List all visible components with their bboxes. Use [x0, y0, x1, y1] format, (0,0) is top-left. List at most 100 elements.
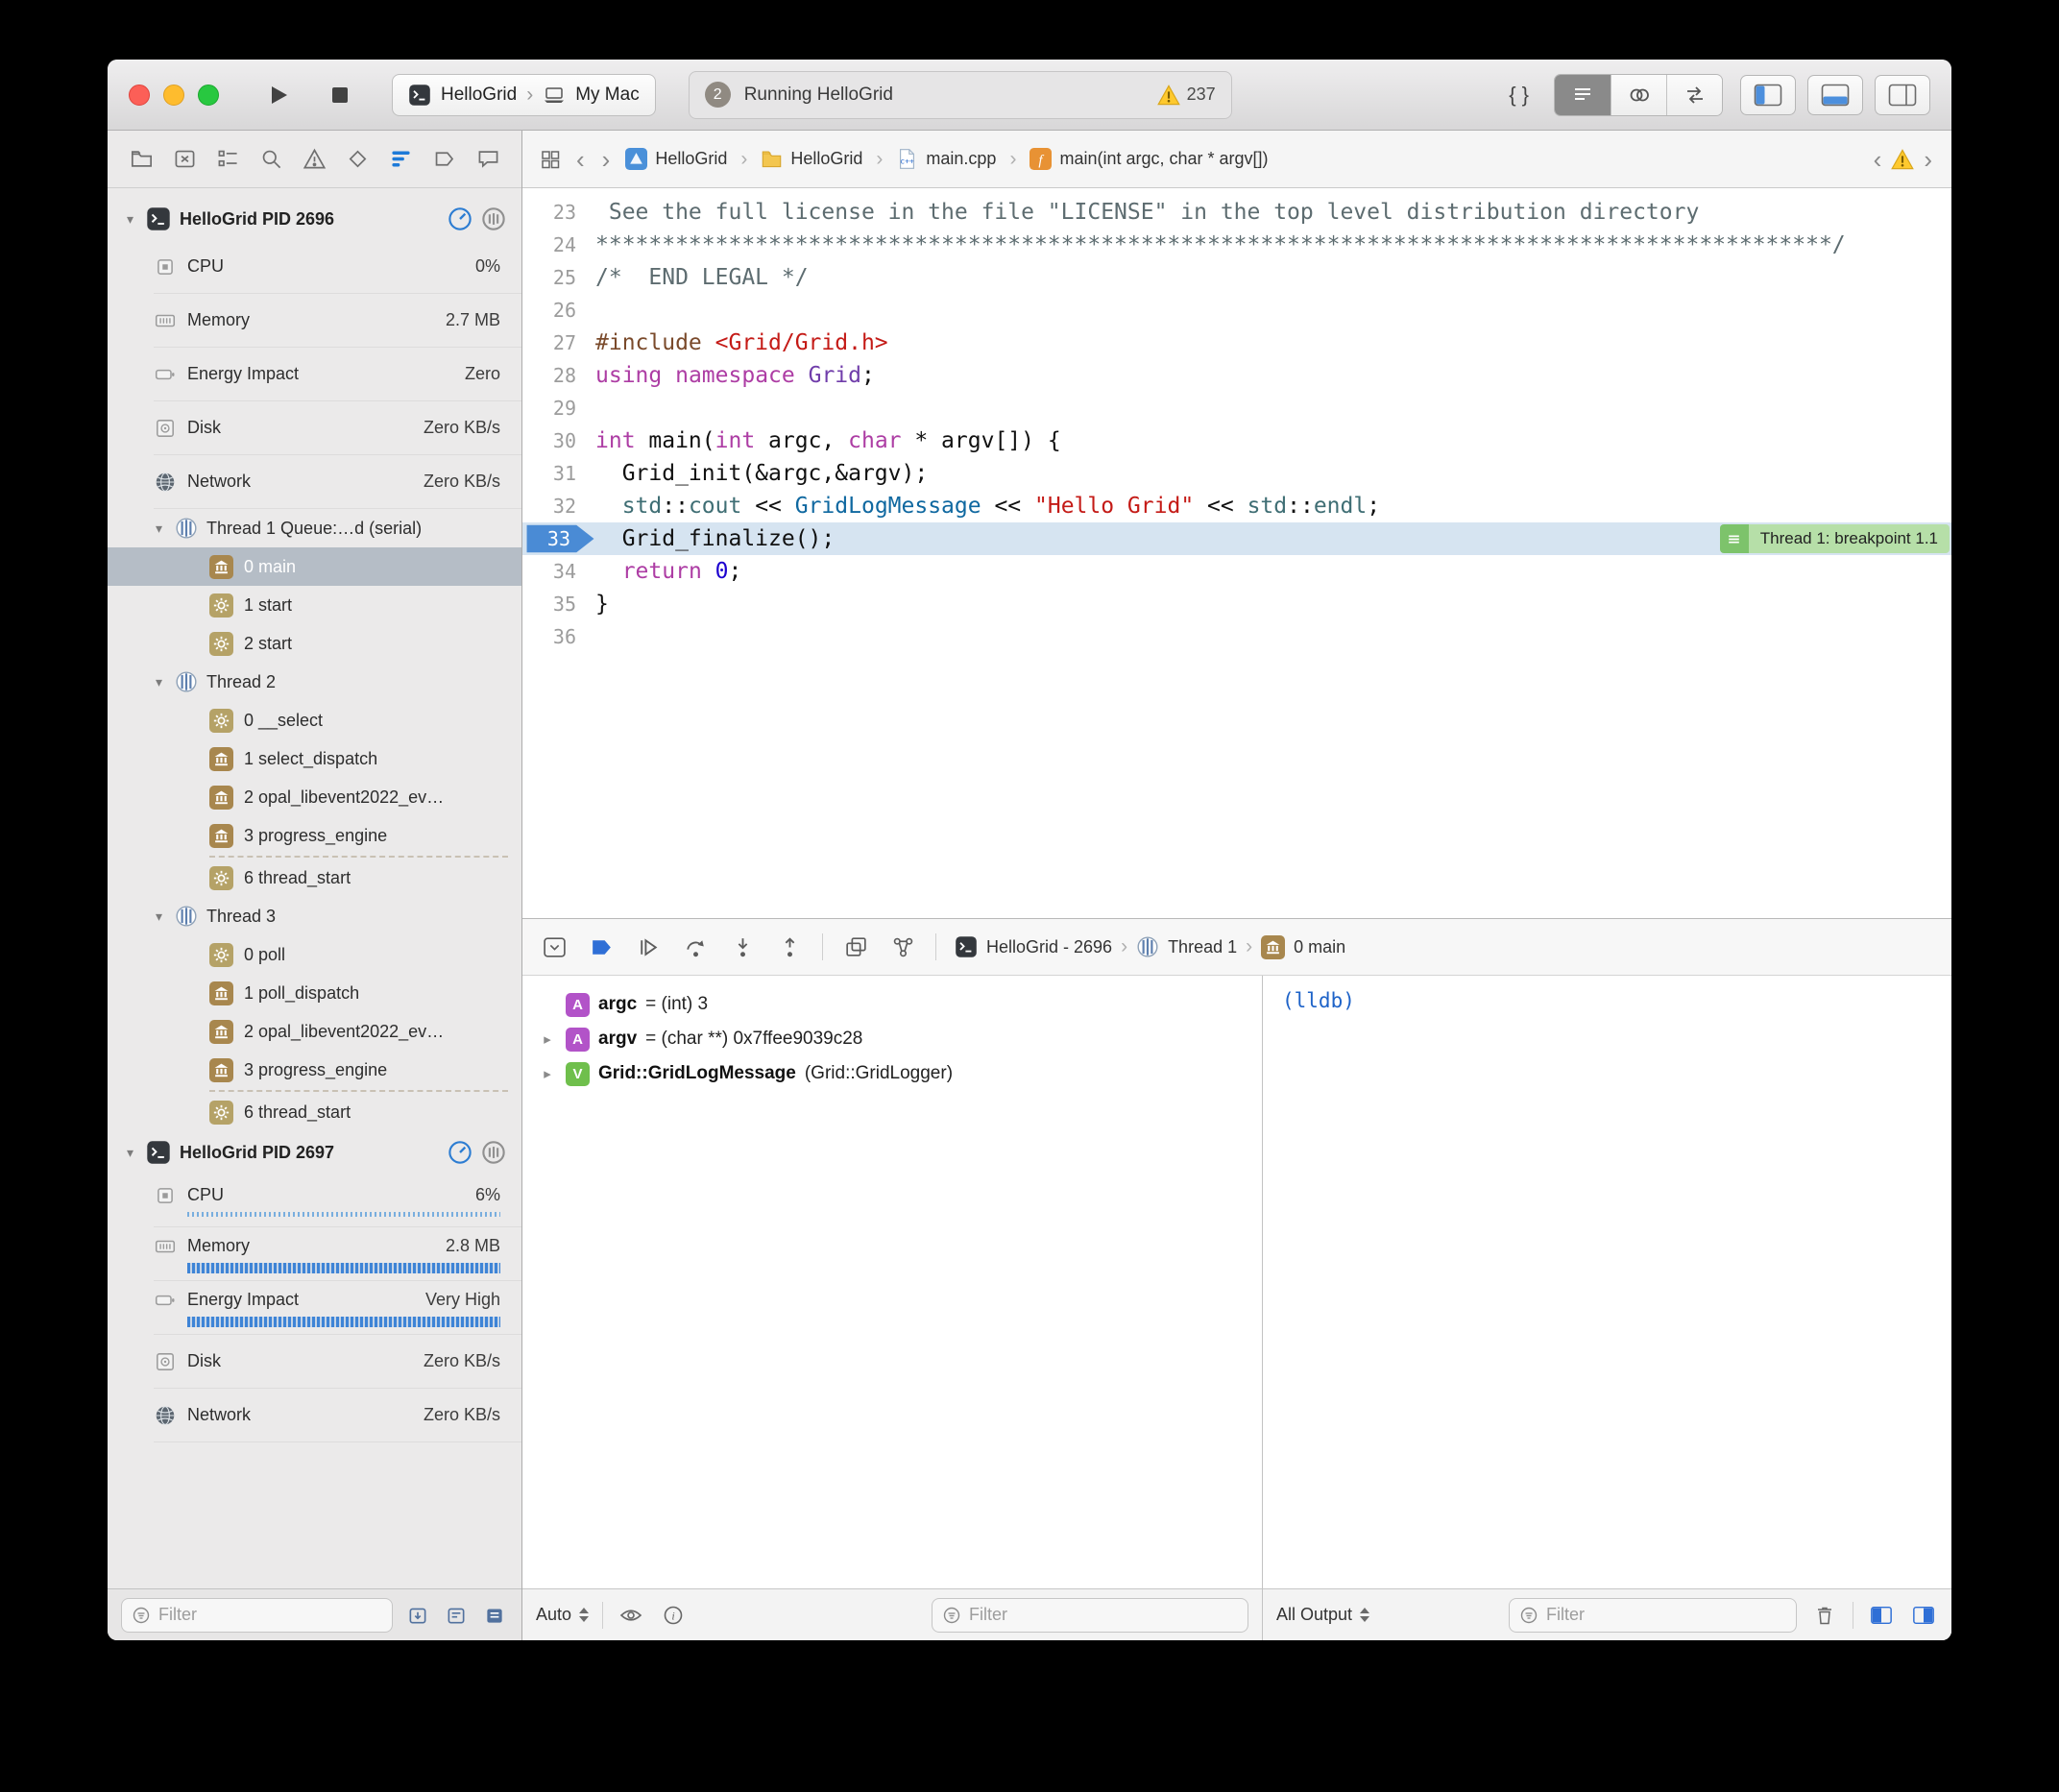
- stack-frame-row[interactable]: 3 progress_engine: [108, 1051, 521, 1089]
- breadcrumb-symbol[interactable]: f main(int argc, char * argv[]): [1030, 148, 1268, 170]
- scheme-selector[interactable]: HelloGrid › My Mac: [392, 74, 656, 116]
- gauge-row[interactable]: DiskZero KB/s: [154, 1335, 521, 1389]
- variable-row[interactable]: ▸VGrid::GridLogMessage(Grid::GridLogger): [538, 1056, 1262, 1091]
- tab-find-navigator[interactable]: [256, 143, 285, 176]
- variable-row[interactable]: ▸Aargv= (char **) 0x7ffee9039c28: [538, 1022, 1262, 1056]
- toggle-console-view-button[interactable]: [1909, 1601, 1938, 1630]
- assistant-editor-button[interactable]: [1611, 75, 1666, 115]
- view-process-by-queue-button[interactable]: [481, 1602, 508, 1629]
- code-line[interactable]: 26: [522, 294, 1951, 327]
- console-filter-field[interactable]: [1509, 1598, 1797, 1633]
- breadcrumb-frame[interactable]: 0 main: [1294, 937, 1345, 957]
- code-line[interactable]: 28using namespace Grid;: [522, 359, 1951, 392]
- stack-frame-row[interactable]: 3 progress_engine: [108, 816, 521, 855]
- code-line[interactable]: 33 Grid_finalize();Thread 1: breakpoint …: [522, 522, 1951, 555]
- line-number[interactable]: 36: [522, 620, 595, 653]
- code-line[interactable]: 27#include <Grid/Grid.h>: [522, 327, 1951, 359]
- tab-issue-navigator[interactable]: [301, 143, 329, 176]
- process-row[interactable]: ▾HelloGrid PID 2697: [108, 1131, 521, 1174]
- line-number[interactable]: 35: [522, 588, 595, 620]
- tab-breakpoint-navigator[interactable]: [430, 143, 459, 176]
- related-items-icon[interactable]: [540, 149, 561, 170]
- gauge-row[interactable]: Memory2.7 MB: [154, 294, 521, 348]
- stack-frame-row[interactable]: 6 thread_start: [108, 859, 521, 897]
- console-output[interactable]: (lldb): [1263, 976, 1951, 1588]
- stack-frame-row[interactable]: 2 opal_libevent2022_ev…: [108, 778, 521, 816]
- code-line[interactable]: 34 return 0;: [522, 555, 1951, 588]
- line-number[interactable]: 25: [522, 261, 595, 294]
- thread-row[interactable]: ▾Thread 1 Queue:…d (serial): [108, 509, 521, 547]
- tab-test-navigator[interactable]: [344, 143, 373, 176]
- disclosure-triangle[interactable]: ▾: [123, 211, 137, 228]
- stack-frame-row[interactable]: 1 poll_dispatch: [108, 974, 521, 1012]
- view-process-by-thread-button[interactable]: [443, 1602, 470, 1629]
- line-number[interactable]: 28: [522, 359, 595, 392]
- toggle-variables-view-button[interactable]: [1867, 1601, 1896, 1630]
- code-review-button[interactable]: { }: [1501, 74, 1537, 116]
- line-number[interactable]: 29: [522, 392, 595, 424]
- tab-debug-navigator[interactable]: [387, 143, 416, 176]
- standard-editor-button[interactable]: [1555, 75, 1611, 115]
- gauge-row[interactable]: DiskZero KB/s: [154, 401, 521, 455]
- gauge-row[interactable]: Memory2.8 MB: [154, 1227, 521, 1281]
- disclosure-triangle[interactable]: ▾: [152, 521, 166, 537]
- stop-button[interactable]: [317, 74, 363, 116]
- line-number[interactable]: 30: [522, 424, 595, 457]
- hide-debug-area-button[interactable]: [540, 932, 569, 961]
- disclosure-triangle[interactable]: ▾: [152, 674, 166, 690]
- stack-frame-row[interactable]: 6 thread_start: [108, 1093, 521, 1131]
- toggle-navigator-button[interactable]: [1740, 75, 1796, 115]
- code-line[interactable]: 24**************************************…: [522, 229, 1951, 261]
- minimize-button[interactable]: [163, 85, 184, 106]
- tab-report-navigator[interactable]: [473, 143, 502, 176]
- back-button[interactable]: ‹: [574, 147, 587, 172]
- clear-console-button[interactable]: [1810, 1601, 1839, 1630]
- stack-frame-row[interactable]: 2 opal_libevent2022_ev…: [108, 1012, 521, 1051]
- gauge-row[interactable]: CPU0%: [154, 240, 521, 294]
- stack-frame-row[interactable]: 1 select_dispatch: [108, 739, 521, 778]
- code-line[interactable]: 35}: [522, 588, 1951, 620]
- disclosure-triangle[interactable]: ▾: [123, 1145, 137, 1161]
- step-out-button[interactable]: [775, 932, 804, 961]
- step-over-button[interactable]: [681, 932, 710, 961]
- stack-frame-row[interactable]: 0 __select: [108, 701, 521, 739]
- breadcrumb-process[interactable]: HelloGrid - 2696: [986, 937, 1112, 957]
- process-row[interactable]: ▾HelloGrid PID 2696: [108, 198, 521, 240]
- task-count-badge[interactable]: 2: [705, 82, 731, 108]
- variables-filter-field[interactable]: [932, 1598, 1248, 1633]
- show-recent-frames-button[interactable]: [404, 1602, 431, 1629]
- gauge-row[interactable]: NetworkZero KB/s: [154, 1389, 521, 1442]
- disclosure-triangle[interactable]: ▸: [538, 1030, 557, 1048]
- activity-view[interactable]: 2 Running HelloGrid 237: [689, 71, 1232, 119]
- gauge-row[interactable]: CPU6%: [154, 1174, 521, 1227]
- code-line[interactable]: 29: [522, 392, 1951, 424]
- line-number[interactable]: 33: [522, 522, 595, 555]
- step-into-button[interactable]: [728, 932, 757, 961]
- breadcrumb-project[interactable]: HelloGrid: [625, 148, 727, 170]
- line-number[interactable]: 26: [522, 294, 595, 327]
- breakpoints-toggle-button[interactable]: [587, 932, 616, 961]
- line-number[interactable]: 34: [522, 555, 595, 588]
- memory-graph-button[interactable]: [888, 932, 917, 961]
- quicklook-eye-button[interactable]: [617, 1601, 645, 1630]
- line-number[interactable]: 24: [522, 229, 595, 261]
- zoom-button[interactable]: [198, 85, 219, 106]
- code-line[interactable]: 32 std::cout << GridLogMessage << "Hello…: [522, 490, 1951, 522]
- info-button[interactable]: i: [659, 1601, 688, 1630]
- previous-issue-button[interactable]: ‹: [1872, 147, 1884, 172]
- variable-row[interactable]: Aargc= (int) 3: [538, 987, 1262, 1022]
- disclosure-triangle[interactable]: ▾: [152, 908, 166, 925]
- close-button[interactable]: [129, 85, 150, 106]
- forward-button[interactable]: ›: [600, 147, 613, 172]
- toggle-debug-area-button[interactable]: [1807, 75, 1863, 115]
- code-line[interactable]: 23 See the full license in the file "LIC…: [522, 196, 1951, 229]
- run-button[interactable]: [255, 74, 302, 116]
- line-number[interactable]: 27: [522, 327, 595, 359]
- code-line[interactable]: 30int main(int argc, char * argv[]) {: [522, 424, 1951, 457]
- stack-frame-row[interactable]: 0 poll: [108, 935, 521, 974]
- version-editor-button[interactable]: [1666, 75, 1722, 115]
- line-number[interactable]: 31: [522, 457, 595, 490]
- code-line[interactable]: 31 Grid_init(&argc,&argv);: [522, 457, 1951, 490]
- navigator-filter-input[interactable]: [158, 1605, 382, 1625]
- debug-view-hierarchy-button[interactable]: [841, 932, 870, 961]
